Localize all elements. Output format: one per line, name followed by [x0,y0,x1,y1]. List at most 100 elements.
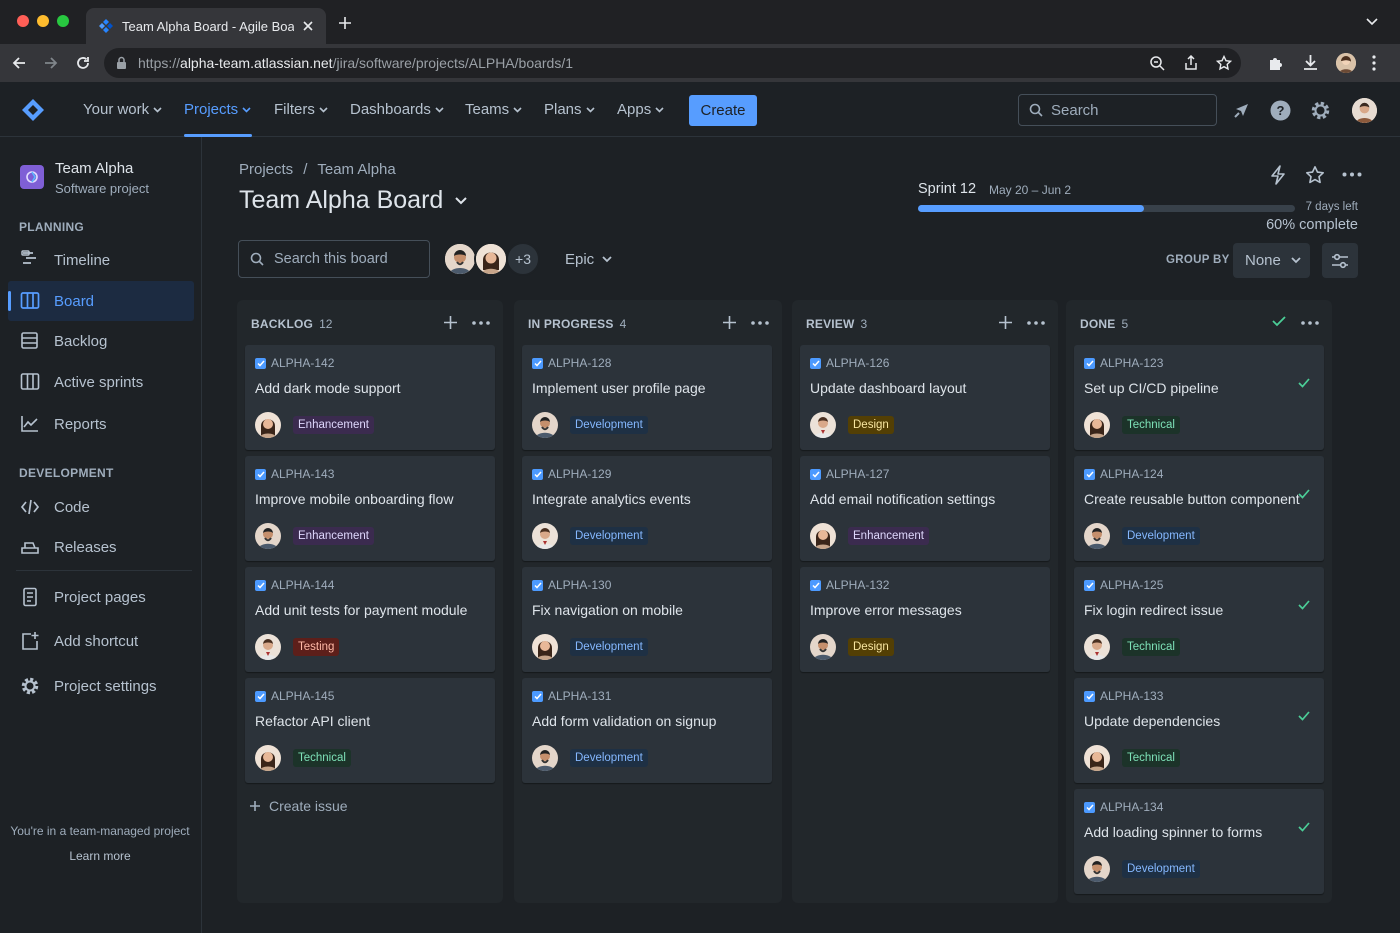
assignee-avatar[interactable] [810,412,836,438]
nav-item-projects[interactable]: Projects [184,82,252,137]
sidebar-item-project-pages[interactable]: Project pages [8,577,194,617]
search-placeholder: Search [1051,101,1099,119]
browser-menu-icon[interactable] [1372,55,1376,71]
issue-card[interactable]: ALPHA-127 Add email notification settings… [800,456,1050,561]
forward-arrow-icon[interactable] [43,55,59,71]
task-type-icon [532,579,543,591]
sidebar-item-code[interactable]: Code [8,487,194,527]
create-issue-button[interactable]: Create issue [249,798,348,814]
assignee-avatar[interactable] [255,412,281,438]
assignee-avatar[interactable] [1084,745,1110,771]
group-by-select[interactable]: None [1233,243,1310,278]
extensions-puzzle-icon[interactable] [1267,55,1284,72]
view-settings-button[interactable] [1322,243,1358,278]
issue-card[interactable]: ALPHA-133 Update dependencies Technical [1074,678,1324,783]
automation-bolt-icon[interactable] [1269,165,1287,185]
maximize-window-button[interactable] [57,15,69,27]
add-card-icon[interactable] [443,315,458,330]
close-tab-icon[interactable] [302,20,314,32]
assignee-avatar[interactable] [532,745,558,771]
assignee-avatar[interactable] [1084,412,1110,438]
close-window-button[interactable] [17,15,29,27]
help-icon[interactable]: ? [1270,100,1291,121]
column-more-icon[interactable] [1027,321,1045,325]
sidebar-item-add-shortcut[interactable]: Add shortcut [8,621,194,661]
issue-card[interactable]: ALPHA-134 Add loading spinner to forms Dev… [1074,789,1324,894]
star-icon[interactable] [1305,165,1325,185]
breadcrumb-projects[interactable]: Projects [239,161,293,178]
issue-card[interactable]: ALPHA-143 Improve mobile onboarding flow E… [245,456,495,561]
jira-logo-icon[interactable] [21,98,45,122]
column-more-icon[interactable] [1301,321,1319,325]
zoom-icon[interactable] [1149,55,1165,71]
column-more-icon[interactable] [472,321,490,325]
issue-card[interactable]: ALPHA-128 Implement user profile page Deve… [522,345,772,450]
new-tab-icon[interactable] [338,16,352,30]
nav-item-dashboards[interactable]: Dashboards [350,82,444,137]
board-search-input[interactable]: Search this board [238,240,430,278]
browser-tab[interactable]: Team Alpha Board - Agile Board [86,8,326,44]
issue-card[interactable]: ALPHA-131 Add form validation on signup De… [522,678,772,783]
issue-card[interactable]: ALPHA-132 Improve error messages Design [800,567,1050,672]
sidebar-item-reports[interactable]: Reports [8,404,194,444]
issue-card[interactable]: ALPHA-126 Update dashboard layout Design [800,345,1050,450]
share-icon[interactable] [1183,55,1199,71]
sidebar-item-project-settings[interactable]: Project settings [8,666,194,706]
reload-icon[interactable] [75,55,91,71]
breadcrumb-team-alpha[interactable]: Team Alpha [317,161,395,178]
back-arrow-icon[interactable] [11,55,27,71]
assignee-avatar[interactable] [1084,523,1110,549]
check-icon[interactable] [1272,315,1286,327]
column-more-icon[interactable] [751,321,769,325]
user-avatar[interactable] [1352,98,1377,123]
assignee-avatar[interactable] [532,412,558,438]
more-options-icon[interactable] [1342,172,1362,177]
board-title-dropdown[interactable]: Team Alpha Board [239,186,468,215]
nav-item-filters[interactable]: Filters [274,82,328,137]
issue-card[interactable]: ALPHA-130 Fix navigation on mobile Develop… [522,567,772,672]
assignee-avatar[interactable] [532,523,558,549]
more-assignees-button[interactable]: +3 [506,242,540,276]
nav-item-your-work[interactable]: Your work [83,82,163,137]
assignee-avatar[interactable] [1084,634,1110,660]
browser-profile-avatar[interactable] [1336,53,1356,73]
download-icon[interactable] [1302,54,1319,71]
sidebar-item-board[interactable]: Board [8,281,194,321]
assignee-avatar[interactable] [810,634,836,660]
nav-item-teams[interactable]: Teams [465,82,522,137]
epic-filter-dropdown[interactable]: Epic [565,251,612,268]
issue-card[interactable]: ALPHA-142 Add dark mode support Enhancemen… [245,345,495,450]
assignee-avatar[interactable] [255,523,281,549]
issue-card[interactable]: ALPHA-123 Set up CI/CD pipeline Technical [1074,345,1324,450]
tab-list-chevron-icon[interactable] [1366,18,1378,26]
assignee-filter-avatar[interactable] [443,242,477,276]
issue-card[interactable]: ALPHA-144 Add unit tests for payment modu… [245,567,495,672]
assignee-avatar[interactable] [1084,856,1110,882]
sidebar-item-releases[interactable]: Releases [8,527,194,567]
add-card-icon[interactable] [722,315,737,330]
learn-more-link[interactable]: Learn more [0,849,200,863]
issue-card[interactable]: ALPHA-145 Refactor API client Technical [245,678,495,783]
minimize-window-button[interactable] [37,15,49,27]
issue-card[interactable]: ALPHA-129 Integrate analytics events Devel… [522,456,772,561]
assignee-avatar[interactable] [810,523,836,549]
sidebar-item-backlog[interactable]: Backlog [8,321,194,361]
assignee-filter-avatar[interactable] [474,242,508,276]
issue-card[interactable]: ALPHA-124 Create reusable button componen… [1074,456,1324,561]
notifications-icon[interactable] [1231,101,1251,121]
settings-gear-icon[interactable] [1310,100,1331,121]
nav-item-plans[interactable]: Plans [544,82,595,137]
assignee-avatar[interactable] [255,634,281,660]
add-card-icon[interactable] [998,315,1013,330]
create-button[interactable]: Create [689,95,757,126]
url-bar[interactable]: https://alpha-team.atlassian.net/jira/so… [104,48,1241,78]
sidebar-item-active-sprints[interactable]: Active sprints [8,362,194,402]
issue-card[interactable]: ALPHA-125 Fix login redirect issue Technic… [1074,567,1324,672]
svg-text:?: ? [1277,103,1285,118]
global-search-input[interactable]: Search [1018,94,1217,126]
sidebar-item-timeline[interactable]: Timeline [8,240,194,280]
assignee-avatar[interactable] [255,745,281,771]
nav-item-apps[interactable]: Apps [617,82,665,137]
assignee-avatar[interactable] [532,634,558,660]
bookmark-star-icon[interactable] [1216,55,1232,71]
